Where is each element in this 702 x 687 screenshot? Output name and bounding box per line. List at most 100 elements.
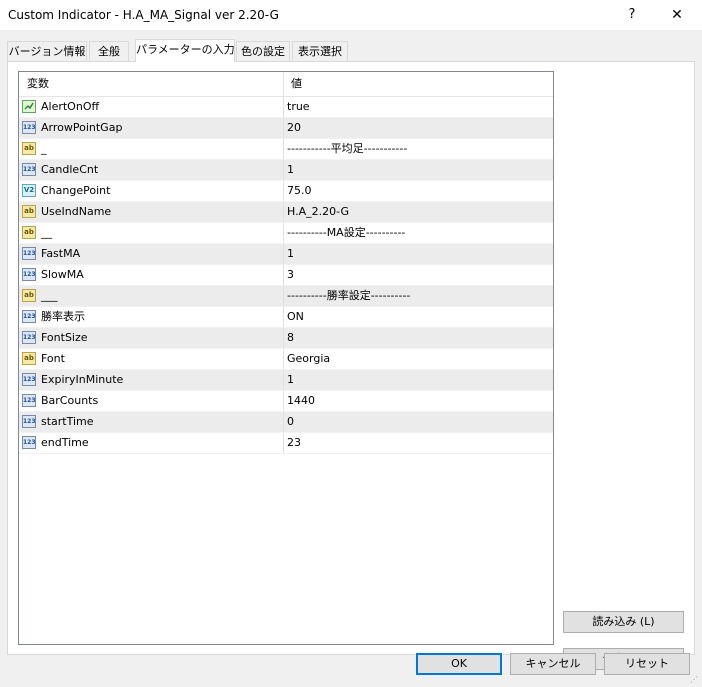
parameter-value[interactable]: 3 xyxy=(287,265,294,285)
variable-cell: 123 FontSize xyxy=(19,328,283,348)
parameter-value[interactable]: 1 xyxy=(287,244,294,264)
close-button[interactable]: ✕ xyxy=(664,4,690,26)
table-row[interactable]: 123 ArrowPointGap 20 xyxy=(19,118,553,139)
table-row[interactable]: 123 FontSize 8 xyxy=(19,328,553,349)
table-row[interactable]: ab __ ----------MA設定---------- xyxy=(19,223,553,244)
table-row[interactable]: 123 endTime 23 xyxy=(19,433,553,454)
table-row[interactable]: 123 FastMA 1 xyxy=(19,244,553,265)
variable-cell: ab ___ xyxy=(19,286,283,306)
table-row[interactable]: 123 ExpiryInMinute 1 xyxy=(19,370,553,391)
value-cell[interactable]: 75.0 xyxy=(284,181,553,201)
integer-icon: 123 xyxy=(22,331,36,344)
variable-name: ArrowPointGap xyxy=(41,121,123,134)
value-cell[interactable]: 0 xyxy=(284,412,553,432)
column-header-variable[interactable]: 変数 xyxy=(27,72,49,96)
integer-icon: 123 xyxy=(22,436,36,449)
table-row[interactable]: ab UseIndName H.A_2.20-G xyxy=(19,202,553,223)
table-row[interactable]: ab _ -----------平均足----------- xyxy=(19,139,553,160)
variable-name: Font xyxy=(41,352,65,365)
tab-general[interactable]: 全般 xyxy=(89,41,129,61)
parameter-value[interactable]: true xyxy=(287,97,310,117)
column-header-value[interactable]: 値 xyxy=(291,72,302,96)
load-button[interactable]: 読み込み (L) xyxy=(563,611,684,633)
table-row[interactable]: 123 勝率表示 ON xyxy=(19,307,553,328)
header-divider[interactable] xyxy=(283,72,284,96)
parameter-value[interactable]: ON xyxy=(287,307,304,327)
integer-icon: 123 xyxy=(22,268,36,281)
value-cell[interactable]: ----------勝率設定---------- xyxy=(284,286,553,306)
parameter-rows: AlertOnOff true 123 ArrowPointGap 20 ab _ -----… xyxy=(19,97,553,454)
value-cell[interactable]: 3 xyxy=(284,265,553,285)
reset-button[interactable]: リセット xyxy=(604,653,690,675)
variable-name: ExpiryInMinute xyxy=(41,373,124,386)
help-button[interactable]: ? xyxy=(622,4,642,26)
table-row[interactable]: 123 startTime 0 xyxy=(19,412,553,433)
variable-cell: ab _ xyxy=(19,139,283,159)
table-row[interactable]: 123 CandleCnt 1 xyxy=(19,160,553,181)
table-row[interactable]: ab ___ ----------勝率設定---------- xyxy=(19,286,553,307)
parameter-value[interactable]: 75.0 xyxy=(287,181,312,201)
table-row[interactable]: 123 SlowMA 3 xyxy=(19,265,553,286)
variable-name: FastMA xyxy=(41,247,81,260)
table-row[interactable]: ab Font Georgia xyxy=(19,349,553,370)
integer-icon: 123 xyxy=(22,163,36,176)
value-cell[interactable]: true xyxy=(284,97,553,117)
variable-cell: 123 FastMA xyxy=(19,244,283,264)
variable-cell: 123 ArrowPointGap xyxy=(19,118,283,138)
integer-icon: 123 xyxy=(22,415,36,428)
variable-name: SlowMA xyxy=(41,268,84,281)
variable-cell: ab UseIndName xyxy=(19,202,283,222)
table-row[interactable]: 123 BarCounts 1440 xyxy=(19,391,553,412)
resize-grip-icon[interactable]: ⋰ xyxy=(690,675,700,685)
table-row[interactable]: AlertOnOff true xyxy=(19,97,553,118)
ok-button[interactable]: OK xyxy=(416,653,502,675)
parameter-grid: 変数 値 AlertOnOff true 123 ArrowPointGap 20 ab _… xyxy=(18,71,554,645)
parameter-value[interactable]: 23 xyxy=(287,433,301,453)
variable-name: 勝率表示 xyxy=(41,310,85,323)
variable-cell: AlertOnOff xyxy=(19,97,283,117)
parameter-value[interactable]: 1 xyxy=(287,370,294,390)
variable-cell: 123 CandleCnt xyxy=(19,160,283,180)
variable-name: CandleCnt xyxy=(41,163,99,176)
variable-name: FontSize xyxy=(41,331,88,344)
value-cell[interactable]: 23 xyxy=(284,433,553,453)
value-cell[interactable]: 1 xyxy=(284,244,553,264)
value-cell[interactable]: 1440 xyxy=(284,391,553,411)
tab-colors[interactable]: 色の設定 xyxy=(236,41,290,61)
cancel-button[interactable]: キャンセル xyxy=(510,653,596,675)
table-row[interactable]: V2 ChangePoint 75.0 xyxy=(19,181,553,202)
value-cell[interactable]: 8 xyxy=(284,328,553,348)
parameter-value[interactable]: 1440 xyxy=(287,391,315,411)
value-cell[interactable]: ----------MA設定---------- xyxy=(284,223,553,243)
bool-check-icon xyxy=(22,100,36,113)
parameter-value[interactable]: H.A_2.20-G xyxy=(287,202,349,222)
variable-cell: 123 startTime xyxy=(19,412,283,432)
parameter-value[interactable]: 0 xyxy=(287,412,294,432)
variable-cell: 123 SlowMA xyxy=(19,265,283,285)
parameter-value[interactable]: 8 xyxy=(287,328,294,348)
variable-name: UseIndName xyxy=(41,205,112,218)
parameter-value[interactable]: 20 xyxy=(287,118,301,138)
value-cell[interactable]: Georgia xyxy=(284,349,553,369)
parameter-value[interactable]: Georgia xyxy=(287,349,330,369)
string-icon: ab xyxy=(22,289,36,302)
value-cell[interactable]: H.A_2.20-G xyxy=(284,202,553,222)
string-icon: ab xyxy=(22,226,36,239)
value-cell[interactable]: 20 xyxy=(284,118,553,138)
value-cell[interactable]: 1 xyxy=(284,370,553,390)
parameter-value[interactable]: 1 xyxy=(287,160,294,180)
tab-parameters[interactable]: パラメーターの入力 xyxy=(135,39,235,62)
variable-name: ChangePoint xyxy=(41,184,111,197)
value-cell[interactable]: 1 xyxy=(284,160,553,180)
parameter-value[interactable]: ----------MA設定---------- xyxy=(287,223,405,243)
variable-name: AlertOnOff xyxy=(41,100,100,113)
parameter-value[interactable]: ----------勝率設定---------- xyxy=(287,286,410,306)
tab-display-select[interactable]: 表示選択 xyxy=(292,41,348,61)
parameter-value[interactable]: -----------平均足----------- xyxy=(287,139,407,159)
variable-cell: ab __ xyxy=(19,223,283,243)
title-bar: Custom Indicator - H.A_MA_Signal ver 2.2… xyxy=(0,0,702,30)
value-cell[interactable]: ON xyxy=(284,307,553,327)
integer-icon: 123 xyxy=(22,373,36,386)
value-cell[interactable]: -----------平均足----------- xyxy=(284,139,553,159)
tab-version-info[interactable]: バージョン情報 xyxy=(7,41,87,61)
